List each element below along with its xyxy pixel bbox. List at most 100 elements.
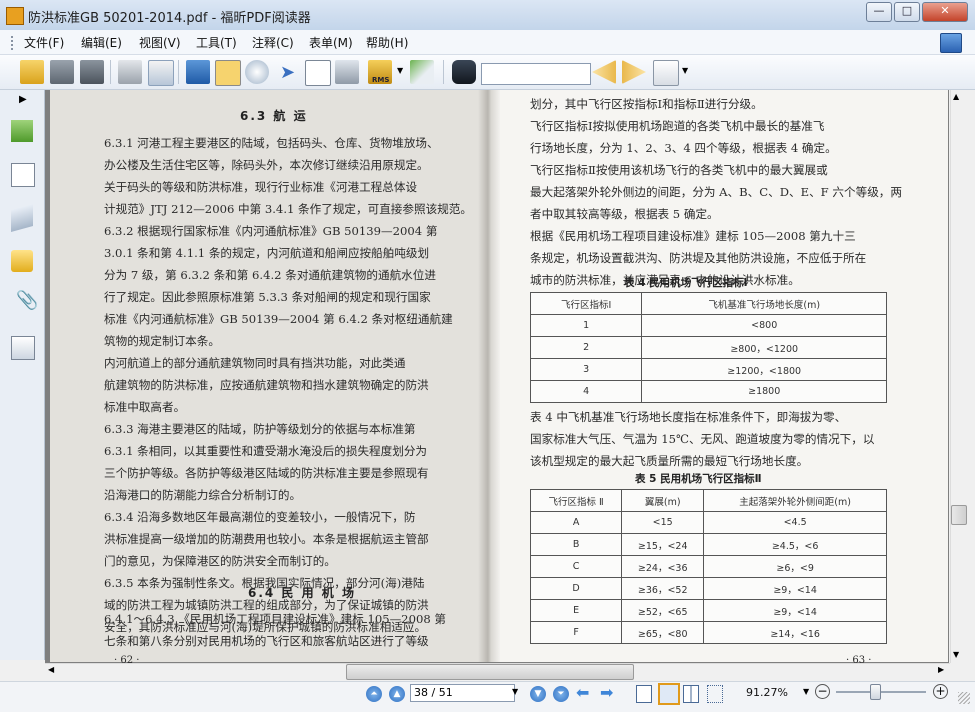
page-dropdown-icon[interactable]: ▼ — [512, 687, 518, 696]
back-arrow-icon[interactable]: ⬅ — [576, 683, 589, 702]
text-line: 计规范》JTJ 212—2006 中第 3.4.1 条作了规定，可直接参照该规范… — [104, 202, 472, 216]
table-cell: ≥52，<65 — [621, 599, 705, 622]
menu-tools[interactable]: 工具(T) — [196, 34, 237, 51]
section-heading-6-4: 6.4 民 用 机 场 — [248, 586, 356, 600]
options-icon[interactable] — [653, 60, 679, 86]
table4: 飞行区指标Ⅰ 飞机基准飞行场地长度(m) 1 <800 2 ≥800，<1200 3 ≥120… — [529, 292, 887, 403]
vertical-scrollbar[interactable] — [950, 90, 968, 663]
forward-arrow-icon[interactable]: ➡ — [600, 683, 613, 702]
sign-icon[interactable] — [410, 60, 434, 84]
bookmarks-icon[interactable] — [11, 120, 33, 142]
menu-forms[interactable]: 表单(M) — [309, 34, 353, 51]
snapshot-zoom-icon[interactable] — [245, 60, 269, 84]
select-icon[interactable]: ➤ — [280, 62, 295, 83]
pages-icon[interactable] — [11, 163, 35, 187]
table-cell: ≥1200，<1800 — [641, 358, 887, 381]
rms-label: RMS — [372, 76, 390, 84]
save-icon[interactable] — [50, 60, 74, 84]
left-page-text-2: 6.4.1～6.4.3 《民用机场工程项目建设标准》建标 105—2008 第七… — [104, 608, 446, 652]
continuous-facing-icon[interactable] — [707, 685, 723, 703]
horizontal-scroll-thumb[interactable] — [346, 664, 634, 680]
previous-page-icon[interactable]: ▲ — [389, 686, 405, 702]
table-row: C ≥24，<36 ≥6，<9 — [529, 555, 887, 578]
text-line: 飞行区指标Ⅱ按使用该机场飞行的各类飞机中的最大翼展或 — [530, 163, 828, 177]
print-icon[interactable] — [118, 60, 142, 84]
find-input[interactable] — [481, 63, 591, 85]
fullscreen-icon[interactable] — [186, 60, 210, 84]
table-cell: B — [529, 533, 623, 556]
zoom-level[interactable]: 91.27% — [746, 686, 788, 699]
next-page-icon[interactable]: ▼ — [530, 686, 546, 702]
restore-view-icon[interactable] — [940, 33, 962, 53]
zoom-slider-track[interactable] — [836, 691, 926, 693]
scroll-left-arrow-icon[interactable]: ◀ — [48, 665, 54, 674]
attachments-icon[interactable]: 📎 — [16, 290, 38, 311]
find-icon[interactable] — [452, 60, 476, 84]
zoom-out-button[interactable]: − — [815, 684, 830, 699]
resize-grip[interactable] — [958, 692, 970, 704]
table-cell: <4.5 — [703, 511, 887, 534]
table-cell: F — [529, 621, 623, 644]
zoom-in-button[interactable]: + — [933, 684, 948, 699]
text-line: 办公楼及生活住宅区等，除码头外，本次修订继续沿用原规定。 — [104, 158, 429, 172]
table-cell: 2 — [529, 336, 643, 359]
text-line: 最大起落架外轮外侧边的间距，分为 A、B、C、D、E、F 六个等级，两 — [530, 185, 902, 199]
open-icon[interactable] — [20, 60, 44, 84]
table-cell: 3 — [529, 358, 643, 381]
section-heading-6-3: 6.3 航 运 — [240, 109, 308, 123]
scroll-down-arrow-icon[interactable]: ▼ — [953, 650, 959, 659]
table-cell: E — [529, 599, 623, 622]
save-as-icon[interactable] — [80, 60, 104, 84]
last-page-icon[interactable]: ⏷ — [553, 686, 569, 702]
table5: 飞行区指标 Ⅱ 翼展(m) 主起落架外轮外侧间距(m) A <15 <4.5 B ≥15，<2… — [529, 489, 887, 644]
text-line: 飞行区指标Ⅰ按拟使用机场跑道的各类飞机中最长的基准飞 — [530, 119, 825, 133]
menu-grip — [11, 36, 15, 50]
close-button[interactable]: ✕ — [922, 2, 968, 22]
menu-edit[interactable]: 编辑(E) — [81, 34, 122, 51]
menu-view[interactable]: 视图(V) — [139, 34, 181, 51]
email-icon[interactable] — [148, 60, 174, 86]
rms-dropdown-icon[interactable]: ▼ — [397, 66, 403, 75]
table-cell: ≥800，<1200 — [641, 336, 887, 359]
hand-tool-icon[interactable] — [215, 60, 241, 86]
page-number-field[interactable]: 38 / 51 — [410, 684, 515, 702]
scroll-right-arrow-icon[interactable]: ▶ — [938, 665, 944, 674]
text-select-icon[interactable] — [305, 60, 331, 86]
continuous-page-icon[interactable] — [658, 683, 680, 705]
zoom-slider-knob[interactable] — [870, 684, 881, 700]
panel-expand-icon[interactable]: ▶ — [19, 94, 27, 105]
signatures-icon[interactable] — [11, 336, 35, 360]
menu-help[interactable]: 帮助(H) — [366, 34, 408, 51]
zoom-dropdown-icon[interactable]: ▼ — [803, 687, 809, 696]
single-page-icon[interactable] — [636, 685, 652, 703]
camera-icon[interactable] — [335, 60, 359, 84]
menu-comments[interactable]: 注释(C) — [252, 34, 294, 51]
toolbar-separator — [443, 60, 444, 84]
text-line: 七条和第八条分别对民用机场的飞行区和旅客航站区进行了等级 — [104, 634, 429, 648]
minimize-button[interactable]: — — [866, 2, 892, 22]
maximize-button[interactable]: □ — [894, 2, 920, 22]
text-line: 6.3.1 河港工程主要港区的陆域，包括码头、仓库、货物堆放场、 — [104, 136, 439, 150]
options-dropdown-icon[interactable]: ▼ — [682, 66, 688, 75]
table-row: F ≥65，<80 ≥14，<16 — [529, 621, 887, 644]
table-cell: ≥9，<14 — [703, 599, 887, 622]
table-cell: ≥14，<16 — [703, 621, 887, 644]
facing-pages-icon[interactable] — [683, 685, 699, 703]
table-cell: ≥65，<80 — [621, 621, 705, 644]
scroll-up-arrow-icon[interactable]: ▲ — [953, 92, 959, 101]
text-line: 三个防护等级。各防护等级港区陆域的防洪标准主要是参照现有 — [104, 466, 429, 480]
menu-file[interactable]: 文件(F) — [24, 34, 64, 51]
first-page-icon[interactable]: ⏶ — [366, 686, 382, 702]
table-row: 4 ≥1800 — [529, 380, 887, 403]
table-row: E ≥52，<65 ≥9，<14 — [529, 599, 887, 622]
table-header-cell: 翼展(m) — [621, 489, 705, 512]
text-line: 标准《内河通航标准》GB 50139—2004 第 6.4.2 条对枢纽通航建 — [104, 312, 453, 326]
text-line: 6.3.1 条相同，以其重要性和遭受潮水淹没后的损失程度划分为 — [104, 444, 428, 458]
text-line: 划分，其中飞行区按指标Ⅰ和指标Ⅱ进行分级。 — [530, 97, 763, 111]
vertical-scroll-thumb[interactable] — [951, 505, 967, 525]
text-line: 6.3.2 根据现行国家标准《内河通航标准》GB 50139—2004 第 — [104, 224, 438, 238]
table-header-cell: 主起落架外轮外侧间距(m) — [703, 489, 887, 512]
comments-icon[interactable] — [11, 250, 33, 272]
text-line: 表 4 中飞机基准飞行场地长度指在标准条件下，即海拔为零、 — [530, 410, 847, 424]
table-cell: ≥24，<36 — [621, 555, 705, 578]
